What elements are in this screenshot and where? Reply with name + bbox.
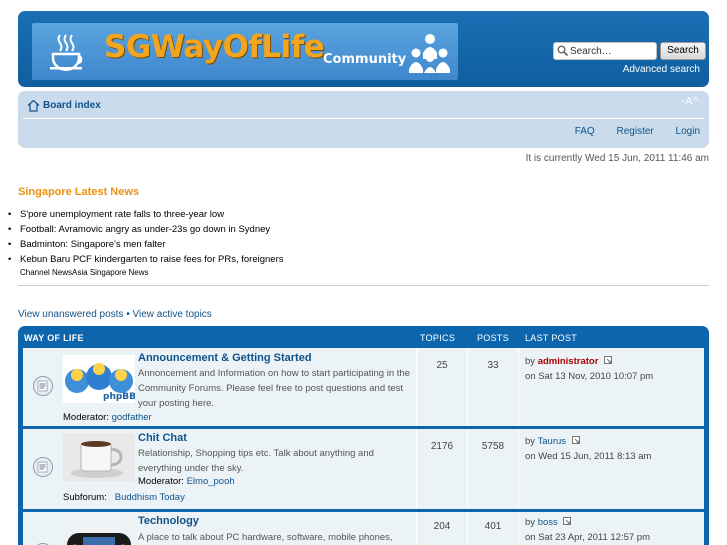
topics-count: 2176 [430,441,454,452]
last-post-date: on Wed 15 Jun, 2011 8:13 am [525,451,652,462]
site-header: SGWayOfLife Community Search… Search Adv… [18,11,709,87]
forum-description: Relationship, Shopping tips etc. Talk ab… [138,448,374,474]
news-item[interactable]: Kebun Baru PCF kindergarten to raise fee… [8,254,284,269]
last-post: by administrator on Sat 13 Nov, 2010 10:… [525,356,654,382]
site-brand: SGWayOfLife [104,29,325,65]
forum-row: phpBB Announcement & Getting Started Ann… [23,348,704,426]
news-list: S'pore unemployment rate falls to three-… [8,209,284,269]
news-title: Singapore Latest News [18,186,140,198]
divider [18,285,709,286]
community-people-icon [409,34,450,73]
news-item[interactable]: Football: Avramovic angry as under-23s g… [8,224,284,239]
coffee-mug-thumbnail [63,433,135,481]
last-post-author-link[interactable]: boss [538,517,558,528]
last-post-date: on Sat 23 Apr, 2011 12:57 pm [525,532,651,543]
category-title[interactable]: WAY OF LIFE [24,333,84,343]
posts-count: 33 [487,360,499,371]
current-time: It is currently Wed 15 Jun, 2011 11:46 a… [525,153,709,164]
nav-divider [23,118,704,119]
svg-text:phpBB: phpBB [103,392,135,402]
last-post: by boss on Sat 23 Apr, 2011 12:57 pm [525,517,651,543]
nav-links: FAQ Register Login [556,126,700,137]
topics-count: 204 [433,521,451,532]
forum-title-link[interactable]: Announcement & Getting Started [138,352,312,364]
home-icon [27,99,40,112]
posts-count: 401 [484,521,502,532]
forum-read-icon [33,457,53,477]
active-topics-link[interactable]: View active topics [133,309,212,320]
forum-description: A place to talk about PC hardware, softw… [138,532,393,543]
forum-read-icon [33,376,53,396]
column-divider [518,429,519,509]
news-item[interactable]: S'pore unemployment rate falls to three-… [8,209,284,224]
subforum-link[interactable]: Buddhism Today [115,492,185,503]
advanced-search-link[interactable]: Advanced search [623,64,700,75]
column-topics: TOPICS [420,333,456,343]
forum-subforum: Subforum: Buddhism Today [63,492,185,503]
search-form: Search… Search [553,42,706,60]
forum-moderator: Moderator: Elmo_pooh [138,476,235,487]
moderator-link[interactable]: Elmo_pooh [187,476,235,487]
view-latest-post-icon[interactable] [604,356,613,365]
forum-header: WAY OF LIFE TOPICS POSTS LAST POST [18,326,709,347]
phpbb-logo-thumbnail: phpBB [63,355,135,403]
nav-bar: Board index -A^ FAQ Register Login [18,91,709,148]
handheld-device-thumbnail [63,517,135,545]
news-source-link[interactable]: Channel NewsAsia Singapore News [20,268,149,277]
link-separator: • [123,309,133,320]
forum-category: WAY OF LIFE TOPICS POSTS LAST POST phpBB… [18,326,709,545]
login-link[interactable]: Login [676,126,700,137]
site-subtitle: Community [323,52,407,67]
last-post-date: on Sat 13 Nov, 2010 10:07 pm [525,371,654,382]
column-divider [518,512,519,545]
view-latest-post-icon[interactable] [571,436,581,445]
forum-row: Chit Chat Relationship, Shopping tips et… [23,429,704,509]
forum-description: Annoncement and Information on how to st… [138,368,410,409]
last-post-author-link[interactable]: administrator [538,356,599,367]
forum-title-link[interactable]: Technology [138,515,199,527]
news-item[interactable]: Badminton: Singapore's men falter [8,239,284,254]
moderator-link[interactable]: godfather [112,412,152,423]
search-button[interactable]: Search [660,42,706,60]
topic-links: View unanswered posts • View active topi… [18,309,212,320]
site-logo[interactable]: SGWayOfLife Community [32,23,458,80]
forum-row: Technology A place to talk about PC hard… [23,512,704,545]
unanswered-posts-link[interactable]: View unanswered posts [18,309,123,320]
search-icon [557,45,568,56]
search-input[interactable]: Search… [553,42,657,60]
last-post-author-link[interactable]: Taurus [538,436,567,447]
column-divider [518,348,519,426]
font-size-toggle[interactable]: -A^ [681,96,699,107]
column-last-post: LAST POST [525,333,578,343]
board-index-link[interactable]: Board index [43,100,101,111]
posts-count: 5758 [481,441,505,452]
topics-count: 25 [436,360,448,371]
coffee-cup-icon [50,34,83,71]
faq-link[interactable]: FAQ [575,126,595,137]
column-posts: POSTS [477,333,510,343]
last-post: by Taurus on Wed 15 Jun, 2011 8:13 am [525,436,652,462]
forum-title-link[interactable]: Chit Chat [138,432,187,444]
view-latest-post-icon[interactable] [563,517,572,526]
forum-moderator: Moderator: godfather [63,412,152,423]
register-link[interactable]: Register [617,126,654,137]
